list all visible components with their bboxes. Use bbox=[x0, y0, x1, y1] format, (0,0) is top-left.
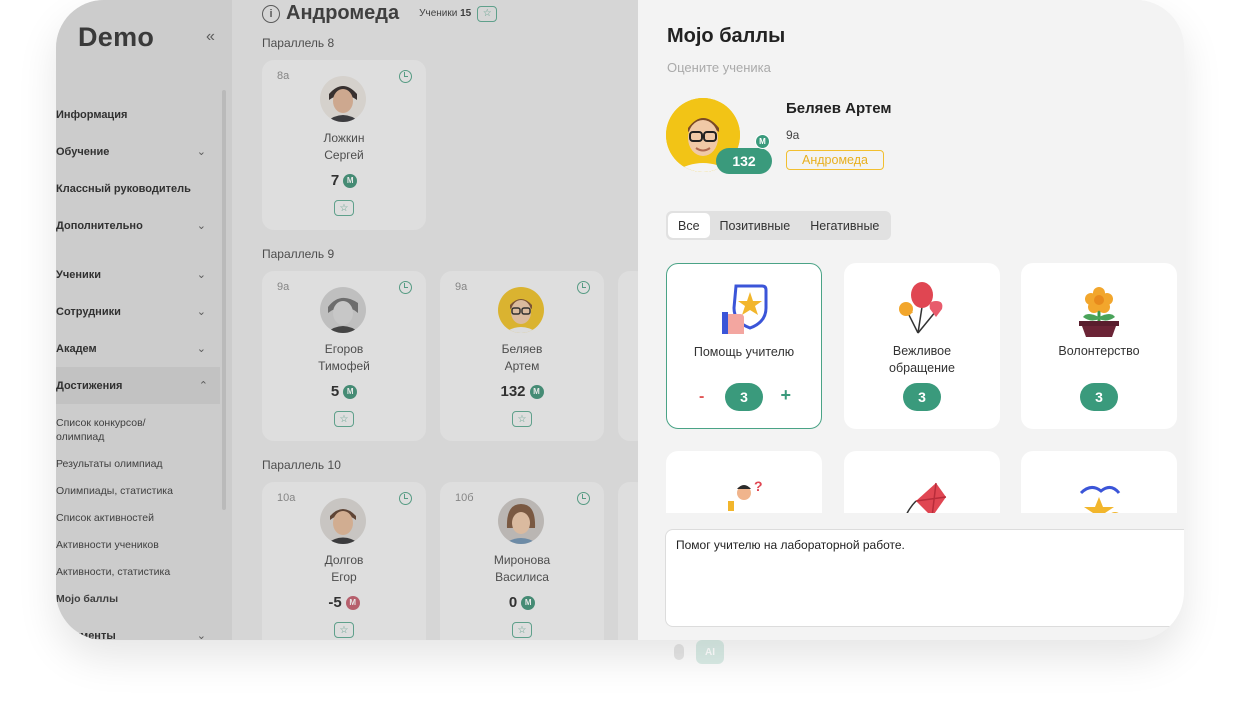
filter-tabs: Все Позитивные Негативные bbox=[666, 211, 892, 240]
balloons-icon bbox=[899, 282, 943, 334]
modal-backdrop[interactable] bbox=[56, 0, 638, 640]
panel-subtitle: Оцените ученика bbox=[667, 60, 771, 75]
kite-icon bbox=[906, 482, 947, 513]
svg-text:?: ? bbox=[754, 478, 763, 494]
app-frame: Demo « Информация Обучение ⌄ Классный рук… bbox=[56, 0, 1184, 640]
achievement-count: 3 bbox=[903, 383, 941, 411]
achievement-card[interactable]: ? bbox=[666, 451, 822, 513]
tab-negative[interactable]: Негативные bbox=[800, 213, 889, 238]
microphone-icon[interactable] bbox=[674, 644, 684, 660]
ai-button[interactable]: AI bbox=[696, 640, 724, 664]
mojo-badge-icon: M bbox=[755, 134, 770, 149]
student-question-icon: ? bbox=[728, 478, 763, 511]
achievement-count: 3 bbox=[725, 383, 763, 411]
achievement-card[interactable]: Вежливое обращение 3 bbox=[844, 263, 1000, 429]
star-cloud-icon bbox=[1079, 486, 1121, 513]
student-points-badge: 132 bbox=[716, 148, 772, 174]
comment-toolbar: AI bbox=[668, 640, 748, 680]
achievement-card[interactable] bbox=[844, 451, 1000, 513]
tab-positive[interactable]: Позитивные bbox=[710, 213, 801, 238]
tab-all[interactable]: Все bbox=[668, 213, 710, 238]
achievement-grid: Помощь учителю - 3 + Вежливое обращение … bbox=[666, 263, 1184, 513]
mojo-panel: Mojo баллы Оцените ученика 132 M Беляев … bbox=[638, 0, 1184, 640]
student-name: Беляев Артем bbox=[786, 100, 892, 117]
panel-title: Mojo баллы bbox=[667, 25, 786, 47]
background-app: Demo « Информация Обучение ⌄ Классный рук… bbox=[56, 0, 648, 640]
achievement-card[interactable] bbox=[1021, 451, 1177, 513]
increment-button[interactable]: + bbox=[780, 385, 791, 406]
group-tag: Андромеда bbox=[786, 150, 884, 170]
decrement-button[interactable]: - bbox=[699, 388, 704, 406]
comment-textarea[interactable]: Помог учителю на лабораторной работе. bbox=[665, 529, 1184, 627]
achievement-card[interactable]: Помощь учителю - 3 + bbox=[666, 263, 822, 429]
flower-pot-icon bbox=[1079, 287, 1119, 337]
student-class: 9а bbox=[786, 128, 800, 142]
achievement-card[interactable]: Волонтерство 3 bbox=[1021, 263, 1177, 429]
teacher-help-icon bbox=[722, 284, 768, 334]
achievement-count: 3 bbox=[1080, 383, 1118, 411]
